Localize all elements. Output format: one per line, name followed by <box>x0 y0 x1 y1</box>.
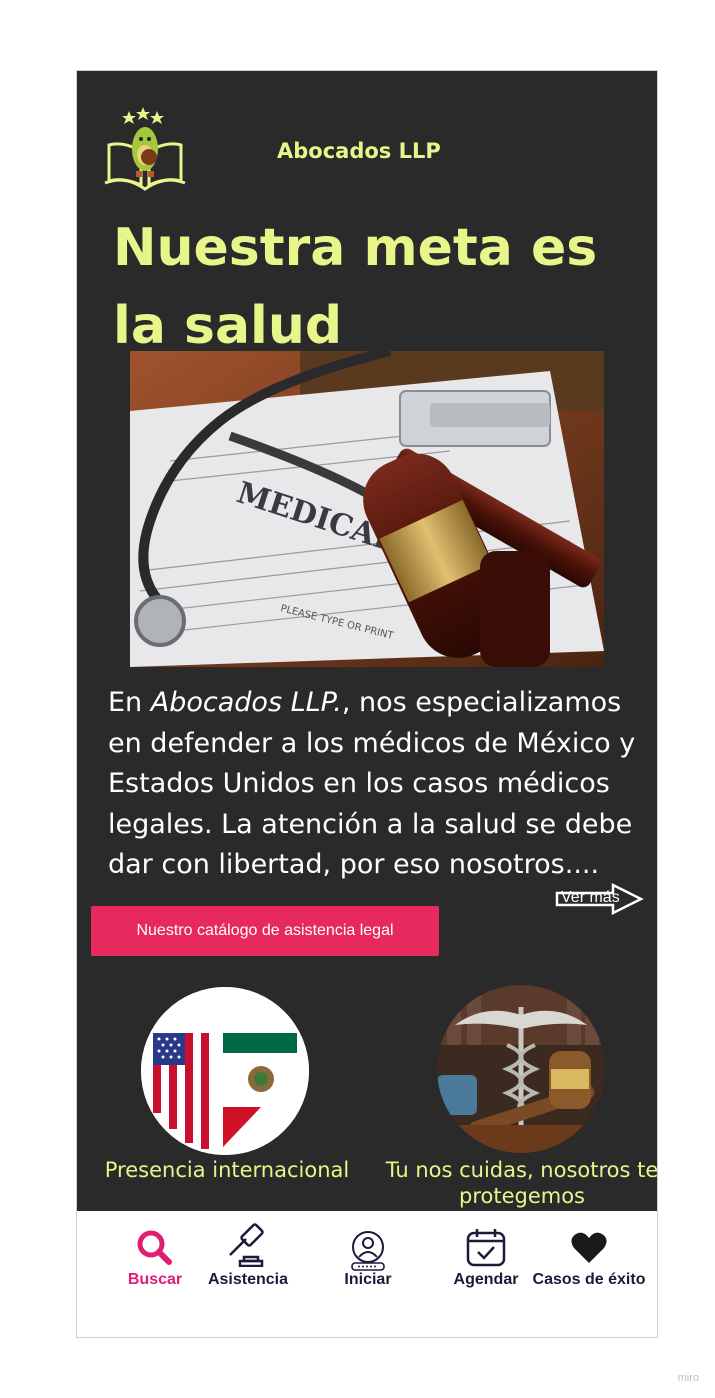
see-more-label: Ver más <box>561 889 620 906</box>
nav-label-agendar: Agendar <box>453 1271 519 1288</box>
search-icon <box>137 1230 172 1265</box>
miro-watermark: miro <box>677 1372 699 1384</box>
page-title: Nuestra meta es la salud <box>113 218 598 356</box>
nav-item-iniciar[interactable]: Iniciar <box>313 1231 423 1289</box>
see-more-link[interactable]: Ver más <box>555 882 645 916</box>
avocado-logo <box>104 107 186 191</box>
nav-label-asistencia: Asistencia <box>207 1271 289 1288</box>
feature-caption-protection: Tu nos cuidas, nosotros te protegemos <box>385 1158 658 1208</box>
feature-caption-international: Presencia internacional <box>104 1158 350 1182</box>
health-law-image[interactable] <box>437 985 605 1153</box>
nav-item-asistencia[interactable]: Asistencia <box>193 1223 303 1289</box>
caduceus-gavel-icon <box>437 985 605 1153</box>
hero-image: MEDICAL PLEASE TYPE OR PRINT <box>130 351 604 667</box>
nav-item-casos-exito[interactable]: Casos de éxito <box>529 1229 649 1289</box>
calendar-check-icon <box>466 1229 506 1267</box>
nav-label-casos-exito: Casos de éxito <box>532 1271 646 1288</box>
intro-paragraph: En Abocados LLP., nos especializamos en … <box>108 687 636 880</box>
gavel-icon <box>229 1223 264 1267</box>
nav-label-iniciar: Iniciar <box>344 1271 392 1288</box>
heart-icon <box>571 1232 607 1263</box>
intro-brand: Abocados LLP. <box>150 687 342 718</box>
legal-catalog-button[interactable]: Nuestro catálogo de asistencia legal <box>91 906 439 956</box>
nav-item-agendar[interactable]: Agendar <box>431 1229 541 1289</box>
user-login-icon <box>351 1231 385 1271</box>
main-content: Abocados LLP Nuestra meta es la salud ME… <box>77 71 657 1211</box>
international-presence-image[interactable] <box>141 987 309 1155</box>
bottom-navigation: Buscar Asistencia Iniciar Agendar Casos … <box>77 1211 657 1337</box>
phone-frame: Abocados LLP Nuestra meta es la salud ME… <box>76 70 658 1338</box>
us-mexico-flag-icon <box>141 987 309 1155</box>
brand-name: Abocados LLP <box>277 139 441 163</box>
